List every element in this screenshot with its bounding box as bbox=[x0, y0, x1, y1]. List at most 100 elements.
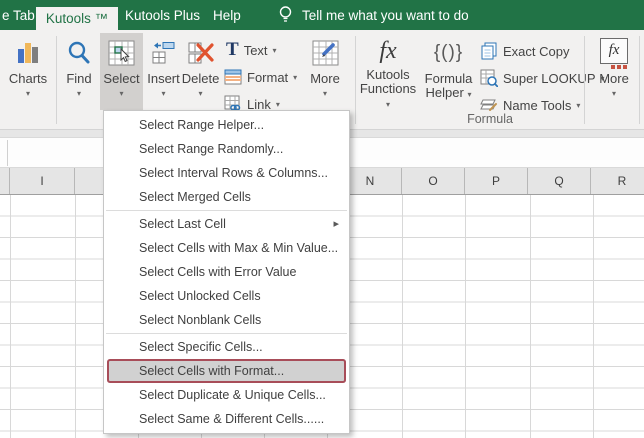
tell-me-box[interactable]: Tell me what you want to do bbox=[302, 0, 469, 30]
chevron-down-icon: ▾ bbox=[275, 100, 280, 109]
tab-help[interactable]: Help bbox=[213, 0, 241, 30]
menu-item-select-same-different-cells[interactable]: Select Same & Different Cells...... bbox=[104, 407, 349, 431]
kutools-functions-label: Kutools Functions ▾ bbox=[359, 67, 417, 109]
fx-box-icon: fx bbox=[600, 36, 628, 70]
menu-item-label: Select Merged Cells bbox=[139, 190, 251, 204]
text-icon: T bbox=[226, 39, 239, 60]
select-button[interactable]: Select ▾ bbox=[100, 33, 143, 110]
find-label: Find bbox=[66, 71, 92, 86]
menu-item-select-cells-with-max-min-value[interactable]: Select Cells with Max & Min Value... bbox=[104, 236, 349, 260]
column-header-o[interactable]: O bbox=[402, 168, 465, 194]
chevron-down-icon: ▾ bbox=[119, 89, 124, 98]
chevron-down-icon: ▾ bbox=[293, 73, 298, 82]
red-dots-icon bbox=[601, 64, 627, 69]
group-separator bbox=[639, 36, 640, 124]
menu-item-label: Select Specific Cells... bbox=[139, 340, 263, 354]
formula-helper-label: Formula Helper ▾ bbox=[424, 71, 473, 100]
column-header-partial[interactable] bbox=[0, 168, 10, 194]
menu-item-select-duplicate-unique-cells[interactable]: Select Duplicate & Unique Cells... bbox=[104, 383, 349, 407]
formula-group-label: Formula bbox=[467, 112, 513, 126]
submenu-arrow-icon: ▸ bbox=[333, 218, 339, 230]
tab-office-tab-partial[interactable]: e Tab bbox=[2, 0, 35, 30]
menu-item-select-cells-with-format[interactable]: Select Cells with Format... bbox=[107, 359, 346, 383]
chevron-down-icon: ▾ bbox=[576, 101, 581, 110]
menu-item-label: Select Cells with Format... bbox=[139, 364, 285, 378]
formula-helper-button[interactable]: {()} Formula Helper ▾ bbox=[420, 33, 477, 110]
chevron-down-icon: ▾ bbox=[322, 89, 327, 98]
super-lookup-label: Super LOOKUP bbox=[503, 70, 596, 86]
menu-item-label: Select Duplicate & Unique Cells... bbox=[139, 388, 326, 402]
insert-cells-icon bbox=[151, 36, 177, 70]
gridline-vertical bbox=[593, 195, 594, 438]
menu-item-select-interval-rows-columns[interactable]: Select Interval Rows & Columns... bbox=[104, 161, 349, 185]
chevron-down-icon: ▾ bbox=[611, 89, 616, 98]
chevron-down-icon: ▾ bbox=[272, 46, 277, 55]
menu-item-select-specific-cells[interactable]: Select Specific Cells... bbox=[104, 335, 349, 359]
format-label: Format bbox=[247, 69, 289, 85]
menu-separator bbox=[106, 210, 347, 211]
select-cells-icon bbox=[108, 36, 135, 70]
select-dropdown-menu: Select Range Helper... Select Range Rando… bbox=[103, 110, 350, 434]
menu-item-select-range-helper[interactable]: Select Range Helper... bbox=[104, 113, 349, 137]
more-formula-button[interactable]: fx More ▾ bbox=[591, 33, 637, 110]
menu-item-select-cells-with-error-value[interactable]: Select Cells with Error Value bbox=[104, 260, 349, 284]
gridline-vertical bbox=[402, 195, 403, 438]
lightbulb-icon bbox=[277, 5, 294, 25]
menu-item-label: Select Range Helper... bbox=[139, 118, 265, 132]
menu-item-select-nonblank-cells[interactable]: Select Nonblank Cells bbox=[104, 308, 349, 332]
menu-item-select-last-cell[interactable]: Select Last Cell ▸ bbox=[104, 212, 349, 236]
copy-icon bbox=[480, 42, 498, 60]
charts-icon bbox=[15, 36, 41, 70]
menu-item-select-range-randomly[interactable]: Select Range Randomly... bbox=[104, 137, 349, 161]
menu-item-select-unlocked-cells[interactable]: Select Unlocked Cells bbox=[104, 284, 349, 308]
delete-cells-icon bbox=[187, 36, 214, 70]
find-button[interactable]: Find ▾ bbox=[62, 33, 96, 110]
chevron-down-icon: ▾ bbox=[467, 90, 472, 99]
text-button[interactable]: T Text ▾ bbox=[226, 38, 277, 62]
chevron-down-icon: ▾ bbox=[25, 89, 30, 98]
charts-button[interactable]: Charts ▾ bbox=[4, 33, 52, 110]
exact-copy-button[interactable]: Exact Copy bbox=[480, 39, 569, 63]
menu-item-label: Select Interval Rows & Columns... bbox=[139, 166, 328, 180]
gridline-vertical bbox=[75, 195, 76, 438]
menu-item-select-merged-cells[interactable]: Select Merged Cells bbox=[104, 185, 349, 209]
gridline-vertical bbox=[530, 195, 531, 438]
lookup-icon bbox=[480, 69, 498, 87]
text-label: Text bbox=[243, 42, 268, 58]
menu-item-label: Select Cells with Max & Min Value... bbox=[139, 241, 339, 255]
fx-icon: fx bbox=[379, 37, 397, 64]
kutools-functions-button[interactable]: fx Kutools Functions ▾ bbox=[359, 33, 417, 110]
menu-item-label: Select Last Cell bbox=[139, 217, 226, 231]
menu-item-label: Select Range Randomly... bbox=[139, 142, 284, 156]
gridline-vertical bbox=[465, 195, 466, 438]
more-editing-label: More bbox=[310, 71, 340, 86]
charts-label: Charts bbox=[8, 71, 48, 86]
column-header-q[interactable]: Q bbox=[528, 168, 591, 194]
delete-label: Delete bbox=[181, 71, 220, 86]
column-header-i[interactable]: I bbox=[10, 168, 75, 194]
insert-button[interactable]: Insert ▾ bbox=[146, 33, 181, 110]
column-header-p[interactable]: P bbox=[465, 168, 528, 194]
more-formula-label: More bbox=[599, 71, 629, 86]
menu-item-label: Select Unlocked Cells bbox=[139, 289, 261, 303]
chevron-down-icon: ▾ bbox=[385, 100, 390, 109]
format-icon bbox=[224, 68, 242, 86]
chevron-down-icon: ▾ bbox=[76, 89, 81, 98]
group-separator bbox=[584, 36, 585, 124]
search-icon bbox=[66, 36, 92, 70]
group-separator bbox=[355, 36, 356, 124]
menu-separator bbox=[106, 333, 347, 334]
format-button[interactable]: Format ▾ bbox=[224, 65, 297, 89]
menu-item-label: Select Same & Different Cells...... bbox=[139, 412, 325, 426]
tab-kutools-plus[interactable]: Kutools Plus bbox=[125, 0, 200, 30]
super-lookup-button[interactable]: Super LOOKUP ▾ bbox=[480, 66, 605, 90]
menu-item-label: Select Nonblank Cells bbox=[139, 313, 262, 327]
exact-copy-label: Exact Copy bbox=[503, 43, 570, 59]
chevron-down-icon: ▾ bbox=[198, 89, 203, 98]
tab-kutools[interactable]: Kutools ™ bbox=[36, 7, 118, 30]
delete-button[interactable]: Delete ▾ bbox=[182, 33, 219, 110]
braces-icon: {()} bbox=[433, 42, 464, 63]
column-header-r[interactable]: R bbox=[591, 168, 644, 194]
menu-item-label: Select Cells with Error Value bbox=[139, 265, 297, 279]
more-editing-button[interactable]: More ▾ bbox=[304, 33, 346, 110]
